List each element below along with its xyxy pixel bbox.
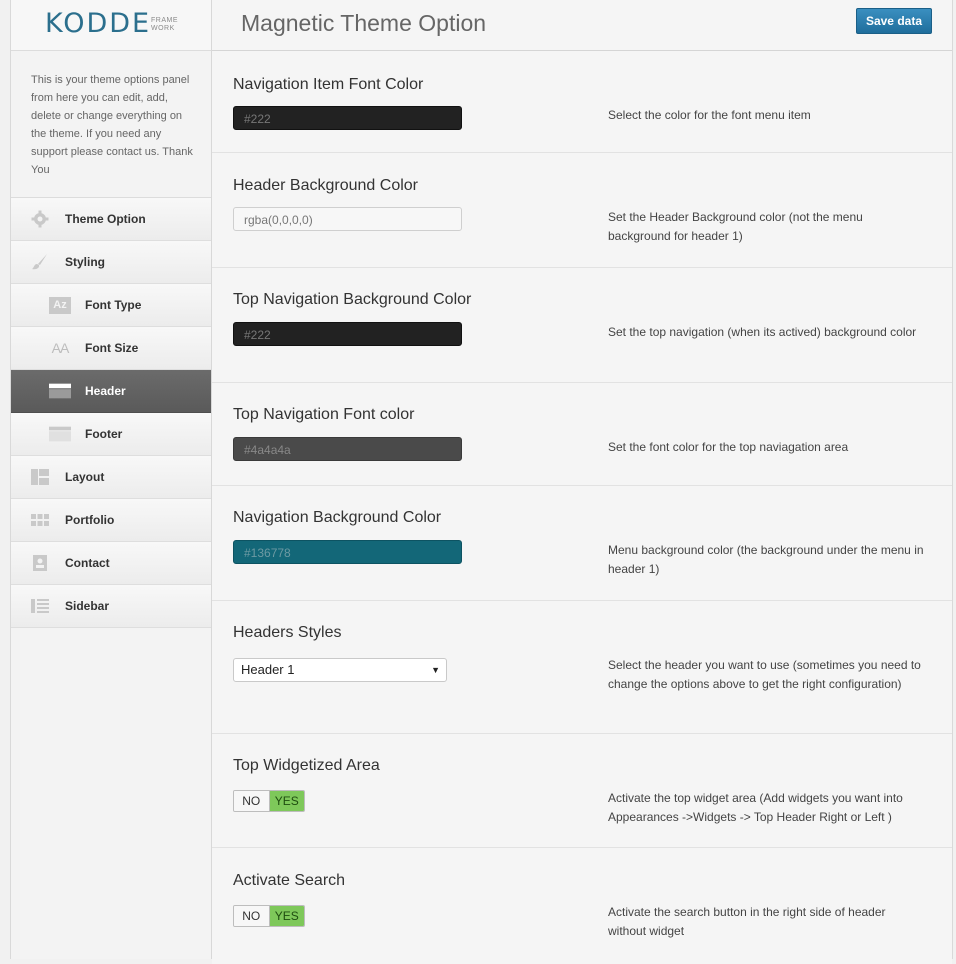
- save-button[interactable]: Save data: [855, 8, 932, 34]
- option-description: Activate the top widget area (Add widget…: [608, 791, 903, 824]
- contact-icon: [31, 554, 49, 572]
- main-panel: Magnetic Theme Option Save data Navigati…: [212, 0, 952, 964]
- option-title: Top Navigation Font color: [233, 406, 415, 423]
- option-title: Header Background Color: [233, 177, 418, 194]
- logo: KODDE FRAME WORK: [11, 0, 211, 51]
- toggle-yes[interactable]: YES: [269, 906, 304, 926]
- gear-icon: [31, 210, 49, 228]
- option-nav-item-font-color: Navigation Item Font Color #222 Select t…: [212, 51, 952, 153]
- sidebar-item-font-type[interactable]: Az Font Type: [11, 284, 211, 327]
- sidebar-item-footer[interactable]: Footer: [11, 413, 211, 456]
- header-icon: [49, 382, 71, 400]
- option-description: Set the top navigation (when its actived…: [608, 325, 917, 339]
- sidebar-item-portfolio[interactable]: Portfolio: [11, 499, 211, 542]
- top-bar: Magnetic Theme Option Save data: [212, 0, 952, 51]
- color-input[interactable]: rgba(0,0,0,0): [233, 207, 462, 231]
- sidebar-item-label: Footer: [85, 427, 123, 441]
- font-size-icon: AA: [49, 339, 71, 357]
- footer-icon: [49, 425, 71, 443]
- option-top-widgetized-area: Top Widgetized Area NO YES Activate the …: [212, 734, 952, 848]
- toggle-no[interactable]: NO: [234, 906, 270, 926]
- toggle-no[interactable]: NO: [234, 791, 270, 811]
- option-description: Select the header you want to use (somet…: [608, 658, 921, 691]
- select-value: Header 1: [241, 662, 295, 677]
- logo-text: KODDE: [45, 8, 152, 39]
- sidebar-item-label: Layout: [65, 470, 105, 484]
- sidebar-intro: This is your theme options panel from he…: [11, 51, 211, 198]
- option-title: Headers Styles: [233, 624, 342, 641]
- dropdown-arrow-icon: ▼: [431, 665, 440, 675]
- sidebar-item-contact[interactable]: Contact: [11, 542, 211, 585]
- option-top-nav-font-color: Top Navigation Font color #4a4a4a Set th…: [212, 383, 952, 486]
- sidebar-item-label: Font Size: [85, 341, 139, 355]
- logo-sub-line1: FRAME: [151, 17, 178, 24]
- color-input[interactable]: #4a4a4a: [233, 437, 462, 461]
- color-input[interactable]: #222: [233, 106, 462, 130]
- option-description: Select the color for the font menu item: [608, 108, 811, 122]
- sidebar-item-header[interactable]: Header: [11, 370, 211, 413]
- sidebar-item-styling[interactable]: Styling: [11, 241, 211, 284]
- option-title: Top Navigation Background Color: [233, 291, 472, 308]
- color-input[interactable]: #136778: [233, 540, 462, 564]
- yes-no-toggle[interactable]: NO YES: [233, 790, 305, 812]
- brush-icon: [31, 253, 49, 271]
- logo-sub-line2: WORK: [151, 25, 175, 32]
- sidebar-item-label: Sidebar: [65, 599, 110, 613]
- sidebar-item-sidebar[interactable]: Sidebar: [11, 585, 211, 628]
- option-title: Navigation Item Font Color: [233, 76, 424, 93]
- header-style-select[interactable]: Header 1 ▼: [233, 658, 447, 682]
- sidebar-item-label: Portfolio: [65, 513, 115, 527]
- font-type-icon: Az: [49, 296, 71, 314]
- sidebar-item-label: Contact: [65, 556, 110, 570]
- option-title: Activate Search: [233, 872, 346, 889]
- font-size-glyph: AA: [51, 340, 70, 356]
- logo-subtext: FRAME WORK: [151, 17, 178, 33]
- option-title: Navigation Background Color: [233, 509, 442, 526]
- sidebar-item-label: Font Type: [85, 298, 142, 312]
- option-title: Top Widgetized Area: [233, 757, 380, 774]
- sidebar-item-font-size[interactable]: AA Font Size: [11, 327, 211, 370]
- option-headers-styles: Headers Styles Header 1 ▼ Select the hea…: [212, 601, 952, 734]
- color-input[interactable]: #222: [233, 322, 462, 346]
- sidebar-item-layout[interactable]: Layout: [11, 456, 211, 499]
- portfolio-grid-icon: [31, 511, 49, 529]
- sidebar-item-label: Theme Option: [65, 212, 146, 226]
- toggle-yes[interactable]: YES: [269, 791, 304, 811]
- option-description: Set the font color for the top naviagati…: [608, 440, 849, 454]
- option-activate-search: Activate Search NO YES Activate the sear…: [212, 848, 952, 964]
- option-description: Activate the search button in the right …: [608, 905, 886, 938]
- sidebar-item-label: Styling: [65, 255, 106, 269]
- sidebar-list-icon: [31, 597, 49, 615]
- option-header-bg-color: Header Background Color rgba(0,0,0,0) Se…: [212, 153, 952, 268]
- page-title: Magnetic Theme Option: [241, 10, 487, 36]
- option-description: Menu background color (the background un…: [608, 543, 924, 576]
- layout-icon: [31, 468, 49, 486]
- app-frame: KODDE FRAME WORK This is your theme opti…: [10, 0, 953, 964]
- sidebar-item-theme-option[interactable]: Theme Option: [11, 198, 211, 241]
- option-nav-bg-color: Navigation Background Color #136778 Menu…: [212, 486, 952, 601]
- option-top-nav-bg-color: Top Navigation Background Color #222 Set…: [212, 268, 952, 383]
- sidebar: KODDE FRAME WORK This is your theme opti…: [11, 0, 212, 959]
- option-description: Set the Header Background color (not the…: [608, 210, 863, 243]
- font-type-glyph: Az: [49, 296, 71, 314]
- sidebar-item-label: Header: [85, 384, 126, 398]
- yes-no-toggle[interactable]: NO YES: [233, 905, 305, 927]
